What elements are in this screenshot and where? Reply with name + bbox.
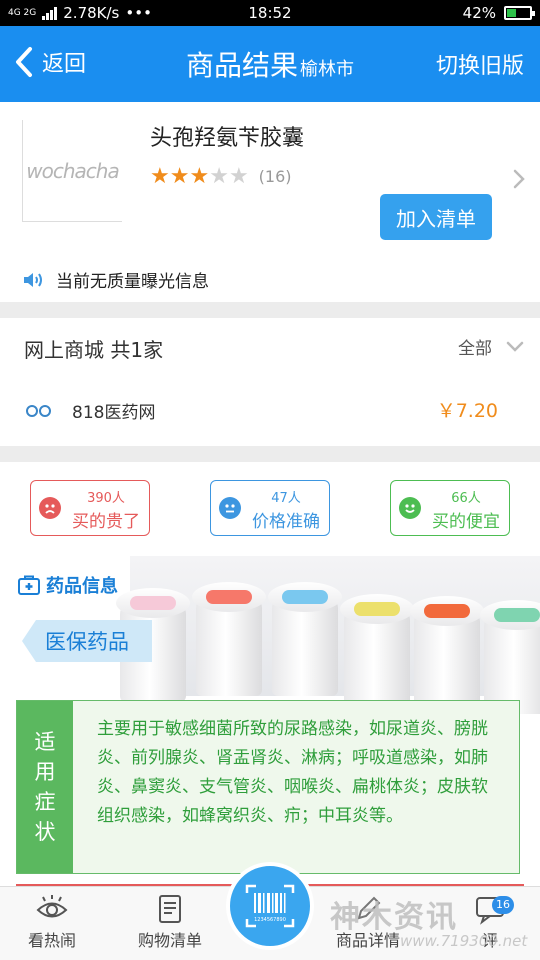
too-expensive-button[interactable]: 390人 买的贵了 xyxy=(30,480,150,536)
bottle-image xyxy=(268,582,342,696)
indication-label-char: 症 xyxy=(34,790,56,814)
star-filled-icon: ★ xyxy=(169,164,190,189)
indication-text: 主要用于敏感细菌所致的尿路感染，如尿道炎、膀胱炎、前列腺炎、肾盂肾炎、淋病；呼吸… xyxy=(97,719,488,826)
quality-notice-text: 当前无质量曝光信息 xyxy=(56,272,209,292)
rating-count: (16) xyxy=(258,167,292,186)
watermark: 神木资讯 xyxy=(330,900,458,935)
nav-shopping-list[interactable]: 购物清单 xyxy=(120,893,220,951)
medical-kit-icon xyxy=(18,575,40,595)
product-card[interactable]: wochacha 头孢羟氨苄胶囊 ★★★★★ (16) 加入清单 当前无质量曝光… xyxy=(0,102,540,302)
page-title-text: 商品结果 xyxy=(185,49,298,82)
scan-barcode-button[interactable]: 1234567890 xyxy=(226,862,314,950)
nav-shopping-list-label: 购物清单 xyxy=(137,931,202,950)
city-label: 榆林市 xyxy=(300,59,354,80)
product-name: 头孢羟氨苄胶囊 xyxy=(150,126,305,151)
cheap-label: 买的便宜 xyxy=(432,512,500,532)
store-price: ￥7.20 xyxy=(436,400,498,422)
nav-trending[interactable]: 看热闹 xyxy=(2,893,102,951)
price-feedback-section: 390人 买的贵了 47人 价格准确 66人 买的便宜 xyxy=(0,462,540,556)
eye-icon xyxy=(36,895,68,918)
watermark-url: www.719300.net xyxy=(400,932,528,950)
indication-label-char: 状 xyxy=(34,820,56,844)
battery-percent: 42% xyxy=(462,4,496,22)
wochacha-logo: wochacha xyxy=(26,158,119,183)
star-empty-icon: ★ xyxy=(209,164,229,189)
indication-box: 适用症状 主要用于敏感细菌所致的尿路感染，如尿道炎、膀胱炎、前列腺炎、肾盂肾炎、… xyxy=(16,700,520,874)
bottle-image xyxy=(192,582,266,696)
pill-bottles-banner xyxy=(116,556,540,714)
chevron-down-icon xyxy=(506,341,524,352)
speaker-icon xyxy=(24,272,42,287)
price-accurate-label: 价格准确 xyxy=(252,512,320,532)
price-accurate-count: 47人 xyxy=(271,491,301,506)
app-header: 返回 商品结果 榆林市 切换旧版 xyxy=(0,26,540,102)
battery-fill xyxy=(507,9,517,17)
nav-trending-label: 看热闹 xyxy=(27,931,76,950)
product-image: wochacha xyxy=(22,120,122,222)
bottle-image xyxy=(480,600,540,714)
indication-label-char: 用 xyxy=(34,760,56,784)
mall-title: 网上商城 共1家 xyxy=(24,338,164,362)
star-row: ★★★★★ xyxy=(150,164,249,189)
status-bar: 4G 2G 2.78K/s ••• 18:52 42% xyxy=(0,0,540,26)
store-name: 818医药网 xyxy=(72,403,156,423)
too-expensive-label: 买的贵了 xyxy=(72,512,140,532)
battery-icon xyxy=(504,6,535,20)
neutral-face-icon xyxy=(219,497,241,519)
drug-info-section: 药品信息 医保药品 适用症状 主要用于敏感细菌所致的尿路感染，如尿道炎、膀胱炎、… xyxy=(0,556,540,886)
star-filled-icon: ★ xyxy=(189,164,210,189)
bottle-image xyxy=(410,596,484,710)
store-logo-icon xyxy=(26,404,64,418)
bottle-image xyxy=(340,594,414,708)
switch-old-version-button[interactable]: 切换旧版 xyxy=(436,48,524,80)
quality-notice: 当前无质量曝光信息 xyxy=(22,267,209,292)
mall-filter-dropdown[interactable]: 全部 xyxy=(458,334,524,359)
list-icon xyxy=(159,895,181,923)
clock: 18:52 xyxy=(248,4,292,22)
filter-label: 全部 xyxy=(458,339,492,359)
cheap-button[interactable]: 66人 买的便宜 xyxy=(390,480,510,536)
happy-face-icon xyxy=(399,497,421,519)
sad-face-icon xyxy=(39,497,61,519)
indication-label: 适用症状 xyxy=(17,701,73,873)
too-expensive-count: 390人 xyxy=(87,491,125,506)
star-filled-icon: ★ xyxy=(150,164,170,189)
barcode-number: 1234567890 xyxy=(254,917,286,923)
add-to-list-button[interactable]: 加入清单 xyxy=(380,194,492,240)
indication-label-char: 适 xyxy=(34,730,56,754)
price-accurate-button[interactable]: 47人 价格准确 xyxy=(210,480,330,536)
chevron-right-icon[interactable] xyxy=(512,168,526,190)
insurance-drug-tag: 医保药品 xyxy=(22,620,152,662)
drug-info-title: 药品信息 xyxy=(18,572,118,598)
notification-badge: 16 xyxy=(492,896,514,914)
status-right: 42% xyxy=(462,4,535,22)
star-rating: ★★★★★ (16) xyxy=(150,164,292,189)
store-row[interactable]: 818医药网 xyxy=(26,398,155,423)
star-empty-icon: ★ xyxy=(228,164,249,189)
drug-info-title-text: 药品信息 xyxy=(46,576,118,597)
online-mall-section: 网上商城 共1家 全部 818医药网 ￥7.20 xyxy=(0,318,540,446)
cheap-count: 66人 xyxy=(451,491,481,506)
barcode-icon: 1234567890 xyxy=(245,884,295,928)
